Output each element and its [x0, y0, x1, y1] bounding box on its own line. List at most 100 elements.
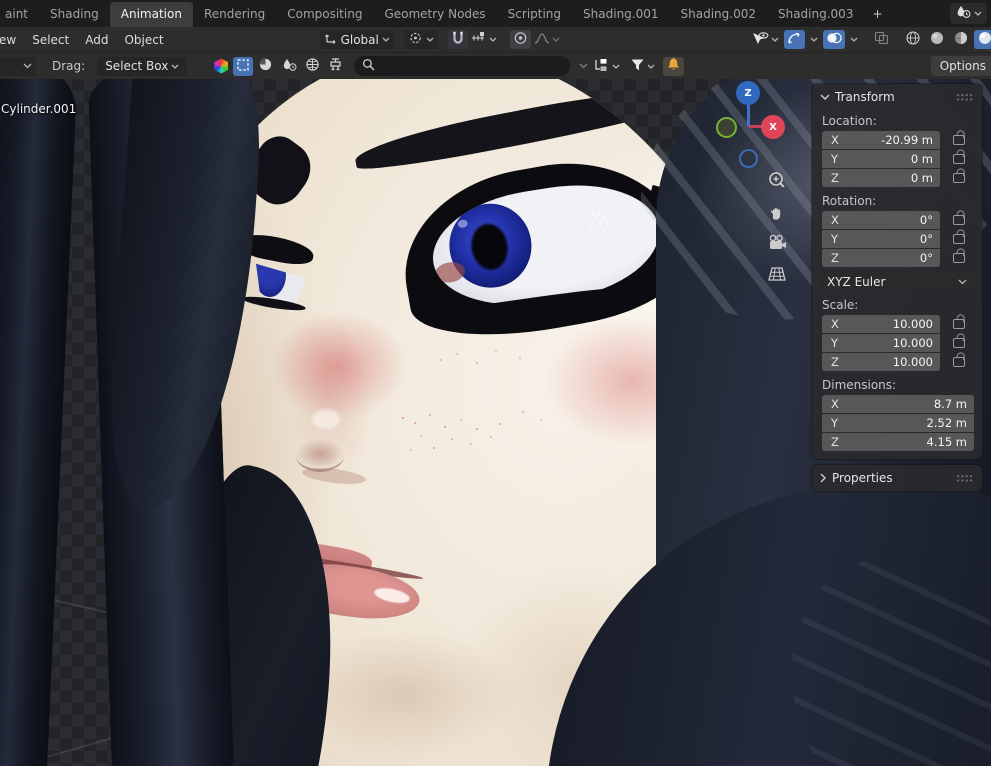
xray-toggle[interactable]	[871, 30, 892, 49]
overlays-dropdown[interactable]	[847, 30, 861, 49]
proportional-edit-toggle[interactable]	[509, 30, 531, 49]
xray-toggle-icon	[874, 31, 889, 48]
lock-icon[interactable]	[953, 135, 965, 145]
notifications-bell-button[interactable]	[663, 56, 685, 76]
lock-icon[interactable]	[953, 173, 965, 183]
gizmos-dropdown[interactable]	[807, 30, 821, 49]
hierarchy-dropdown[interactable]	[591, 57, 623, 76]
rotation-x-row: X 0°	[812, 211, 982, 229]
hierarchy-icon	[594, 58, 610, 75]
options-button[interactable]: Options	[930, 56, 991, 76]
panel-grip[interactable]	[956, 93, 974, 101]
clamp-button[interactable]	[325, 57, 346, 76]
tab-scripting[interactable]: Scripting	[497, 2, 572, 27]
tab-shading-002[interactable]: Shading.002	[670, 2, 767, 27]
lock-icon[interactable]	[953, 319, 965, 329]
camera-view-icon[interactable]	[764, 231, 790, 255]
selectability-visibility-dropdown[interactable]	[748, 30, 782, 49]
dimensions-x-field[interactable]: X 8.7 m	[822, 395, 974, 413]
falloff-curve-icon	[534, 32, 550, 48]
globe-button[interactable]	[302, 57, 323, 76]
transform-orientation-dropdown[interactable]: Global	[319, 30, 394, 49]
tool-history-dropdown[interactable]	[0, 56, 36, 76]
menu-add[interactable]: Add	[77, 33, 116, 47]
lock-icon[interactable]	[953, 154, 965, 164]
grid-ortho-icon[interactable]	[764, 262, 790, 286]
dimensions-y-field[interactable]: Y 2.52 m	[822, 414, 974, 432]
drag-tool-dropdown[interactable]: Select Box	[97, 56, 188, 76]
snap-toggle[interactable]	[447, 30, 468, 49]
lock-icon[interactable]	[953, 338, 965, 348]
tool-settings-bar: Drag: Select Box Options	[0, 53, 991, 80]
lock-icon[interactable]	[953, 234, 965, 244]
gizmo-z-axis[interactable]: Z	[736, 81, 760, 105]
rotation-mode-dropdown[interactable]: XYZ Euler	[820, 272, 974, 291]
orientation-axes-icon	[324, 31, 338, 48]
scale-x-field[interactable]: X 10.000	[822, 315, 940, 333]
menu-object[interactable]: Object	[116, 33, 171, 47]
dimensions-z-field[interactable]: Z 4.15 m	[822, 433, 974, 451]
shading-material-button[interactable]	[950, 30, 972, 49]
tab-animation[interactable]: Animation	[109, 2, 193, 27]
circle-quarter-button[interactable]	[255, 57, 276, 76]
axis-label: X	[831, 397, 839, 411]
zoom-icon[interactable]	[764, 169, 790, 193]
tab-shading-003[interactable]: Shading.003	[767, 2, 864, 27]
rotation-label: Rotation:	[822, 194, 877, 208]
gizmo-x-axis[interactable]: X	[761, 115, 785, 139]
lock-icon[interactable]	[953, 253, 965, 263]
dimensions-z-row: Z 4.15 m	[812, 433, 982, 451]
droplet-clock-button[interactable]	[278, 57, 300, 76]
panel-grip[interactable]	[956, 474, 974, 482]
rendered-shading-icon	[977, 30, 991, 49]
transform-panel-header[interactable]: Transform	[812, 87, 982, 107]
shading-solid-button[interactable]	[926, 30, 948, 49]
circle-quarter-icon	[258, 57, 273, 75]
pan-hand-icon[interactable]	[764, 200, 790, 224]
scale-label: Scale:	[822, 298, 859, 312]
hair-strand-far-left	[0, 79, 78, 766]
axis-value: 0°	[919, 232, 933, 246]
tab-shading-001[interactable]: Shading.001	[572, 2, 669, 27]
tab-geometry-nodes[interactable]: Geometry Nodes	[373, 2, 496, 27]
add-workspace-button[interactable]: +	[864, 2, 890, 27]
search-box[interactable]	[354, 56, 571, 76]
rotation-z-field[interactable]: Z 0°	[822, 249, 940, 267]
hexagon-color-button[interactable]	[211, 57, 231, 76]
scale-y-field[interactable]: Y 10.000	[822, 334, 940, 352]
scale-z-field[interactable]: Z 10.000	[822, 353, 940, 371]
properties-panel-header[interactable]: Properties	[812, 468, 982, 488]
tab-rendering[interactable]: Rendering	[193, 2, 276, 27]
overlays-toggle-icon	[826, 31, 842, 48]
overlays-toggle[interactable]	[823, 30, 845, 49]
gizmo-y-axis[interactable]	[716, 117, 737, 138]
location-y-field[interactable]: Y 0 m	[822, 150, 940, 168]
rotation-x-field[interactable]: X 0°	[822, 211, 940, 229]
lock-icon[interactable]	[953, 215, 965, 225]
pivot-point-dropdown[interactable]	[403, 30, 438, 49]
snap-target-dropdown[interactable]	[468, 30, 500, 49]
menu-select[interactable]: Select	[24, 33, 77, 47]
location-x-field[interactable]: X -20.99 m	[822, 131, 940, 149]
search-options-dropdown[interactable]	[576, 57, 591, 76]
filter-dropdown[interactable]	[627, 57, 658, 76]
shading-rendered-button[interactable]	[974, 30, 991, 49]
shading-wireframe-button[interactable]	[902, 30, 924, 49]
gizmos-toggle[interactable]	[784, 30, 805, 49]
box-select-button[interactable]	[233, 56, 254, 76]
mode-dropdown[interactable]	[950, 3, 987, 24]
falloff-curve-dropdown[interactable]	[531, 30, 563, 49]
search-input[interactable]	[380, 58, 535, 74]
rotation-y-field[interactable]: Y 0°	[822, 230, 940, 248]
chevron-down-icon	[382, 37, 390, 42]
menu-view[interactable]: ew	[0, 33, 24, 47]
gizmo-neg-z-axis[interactable]	[739, 149, 758, 168]
navigation-gizmo[interactable]: Z X	[710, 79, 802, 171]
rotation-z-row: Z 0°	[812, 249, 982, 267]
tab-paint[interactable]: aint	[0, 2, 39, 27]
select-visibility-icon	[751, 31, 769, 49]
location-z-field[interactable]: Z 0 m	[822, 169, 940, 187]
lock-icon[interactable]	[953, 357, 965, 367]
tab-shading[interactable]: Shading	[39, 2, 110, 27]
tab-compositing[interactable]: Compositing	[276, 2, 373, 27]
